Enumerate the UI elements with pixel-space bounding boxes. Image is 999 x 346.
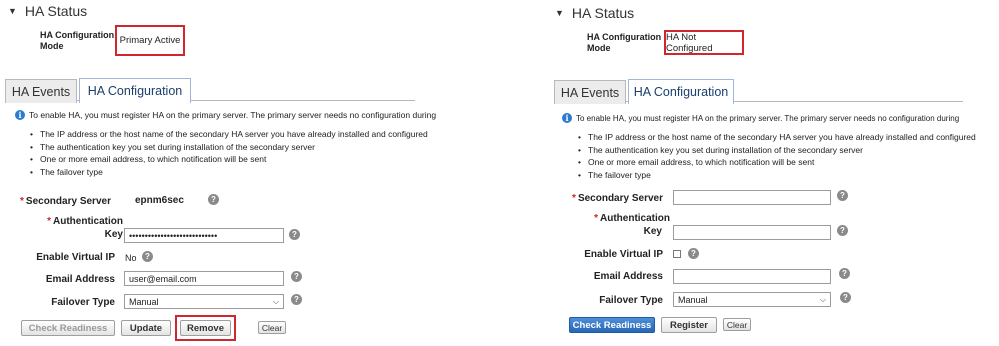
help-icon[interactable]: ? <box>291 294 302 305</box>
email-address-input[interactable]: user@email.com <box>124 271 284 286</box>
required-marker: * <box>594 213 598 224</box>
info-icon: i <box>562 113 572 123</box>
clear-button[interactable]: Clear <box>258 321 286 334</box>
ha-configuration-mode-label: HA Configuration Mode <box>587 32 662 53</box>
ha-status-title: HA Status <box>24 3 88 19</box>
authentication-key-input[interactable] <box>673 225 831 240</box>
triangle-down-icon[interactable]: ▼ <box>8 6 17 16</box>
failover-type-selected: Manual <box>129 296 159 307</box>
help-icon[interactable]: ? <box>291 271 302 282</box>
help-icon[interactable]: ? <box>837 225 848 236</box>
info-icon: i <box>15 110 25 120</box>
requirements-list: The IP address or the host name of the s… <box>576 131 976 181</box>
secondary-server-label: * Secondary Server <box>572 193 663 204</box>
list-item: The failover type <box>576 169 976 182</box>
required-marker: * <box>572 193 576 204</box>
chevron-down-icon: ⌵ <box>272 296 279 306</box>
authentication-key-label: * Authentication Key <box>594 213 670 237</box>
ha-mode-value: Primary Active <box>115 25 185 56</box>
tab-ha-configuration[interactable]: HA Configuration <box>628 79 734 104</box>
help-icon[interactable]: ? <box>208 194 219 205</box>
list-item: One or more email address, to which noti… <box>576 156 976 169</box>
ha-status-title: HA Status <box>571 5 635 21</box>
help-icon[interactable]: ? <box>142 251 153 262</box>
failover-type-label: Failover Type <box>599 295 663 306</box>
email-address-label: Email Address <box>45 274 115 285</box>
required-marker: * <box>47 216 51 227</box>
check-readiness-button[interactable]: Check Readiness <box>21 320 115 336</box>
tab-ha-events[interactable]: HA Events <box>554 80 626 104</box>
email-address-label: Email Address <box>593 271 663 282</box>
failover-type-label: Failover Type <box>51 297 115 308</box>
enable-virtual-ip-checkbox[interactable] <box>673 250 681 258</box>
authentication-key-input[interactable]: •••••••••••••••••••••••••••• <box>124 228 284 243</box>
left-panel: ▼ HA Status HA Configuration Mode Primary… <box>0 0 470 346</box>
list-item: The authentication key you set during in… <box>576 144 976 157</box>
register-button[interactable]: Register <box>661 317 717 333</box>
tab-ha-configuration[interactable]: HA Configuration <box>79 78 191 103</box>
check-readiness-button[interactable]: Check Readiness <box>569 317 655 333</box>
failover-type-select[interactable]: Manual ⌵ <box>124 294 284 309</box>
tab-bar: HA Events HA Configuration <box>5 78 415 103</box>
info-message: i To enable HA, you must register HA on … <box>15 110 436 120</box>
help-icon[interactable]: ? <box>839 268 850 279</box>
virtual-ip-value: No <box>125 253 137 263</box>
help-icon[interactable]: ? <box>289 229 300 240</box>
email-address-input[interactable] <box>673 269 831 284</box>
triangle-down-icon[interactable]: ▼ <box>555 8 564 18</box>
list-item: The IP address or the host name of the s… <box>28 128 428 141</box>
secondary-server-input[interactable] <box>673 190 831 205</box>
ha-status-header[interactable]: ▼ HA Status <box>8 3 87 19</box>
enable-virtual-ip-label: Enable Virtual IP <box>584 249 663 260</box>
help-icon[interactable]: ? <box>840 292 851 303</box>
list-item: One or more email address, to which noti… <box>28 153 428 166</box>
tab-bar: HA Events HA Configuration <box>554 79 963 104</box>
ha-mode-value: HA Not Configured <box>664 30 744 55</box>
info-message: i To enable HA, you must register HA on … <box>562 113 959 123</box>
failover-type-selected: Manual <box>678 294 708 305</box>
list-item: The IP address or the host name of the s… <box>576 131 976 144</box>
tab-ha-events[interactable]: HA Events <box>5 79 77 103</box>
enable-virtual-ip-label: Enable Virtual IP <box>36 252 115 263</box>
remove-button[interactable]: Remove <box>180 320 231 336</box>
secondary-server-label: * Secondary Server <box>20 196 111 207</box>
help-icon[interactable]: ? <box>837 190 848 201</box>
help-icon[interactable]: ? <box>688 248 699 259</box>
ha-status-header[interactable]: ▼ HA Status <box>555 5 634 21</box>
chevron-down-icon: ⌵ <box>819 294 826 304</box>
failover-type-select[interactable]: Manual ⌵ <box>673 292 831 307</box>
secondary-server-value: epnm6sec <box>135 195 184 206</box>
update-button[interactable]: Update <box>121 320 171 336</box>
ha-configuration-mode-label: HA Configuration Mode <box>40 30 115 51</box>
right-panel: ▼ HA Status HA Configuration Mode HA Not … <box>548 0 999 346</box>
required-marker: * <box>20 196 24 207</box>
clear-button[interactable]: Clear <box>723 318 751 331</box>
list-item: The authentication key you set during in… <box>28 141 428 154</box>
list-item: The failover type <box>28 166 428 179</box>
requirements-list: The IP address or the host name of the s… <box>28 128 428 178</box>
authentication-key-label: * Authentication Key <box>47 216 123 240</box>
